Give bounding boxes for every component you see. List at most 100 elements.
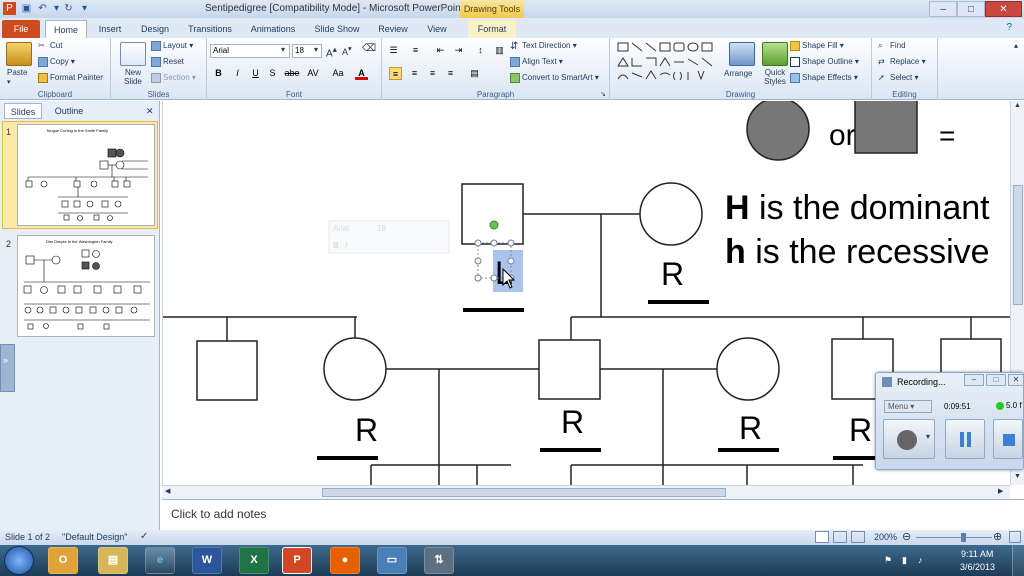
- tab-review[interactable]: Review: [372, 20, 414, 38]
- record-dropdown-icon[interactable]: ▾: [926, 432, 930, 441]
- recording-widget[interactable]: Recording... – □ ✕ Menu ▾ 0:09:51 5.0 f …: [875, 372, 1024, 470]
- tray-flag-icon[interactable]: ⚑: [884, 555, 892, 566]
- horizontal-scroll-thumb[interactable]: [322, 488, 726, 497]
- tab-animations[interactable]: Animations: [245, 20, 301, 38]
- grandmother-symbol[interactable]: [639, 182, 703, 246]
- close-button[interactable]: ✕: [985, 1, 1022, 17]
- rotation-handle[interactable]: [489, 220, 499, 230]
- genotype-blank[interactable]: [718, 448, 779, 452]
- word-taskbar-icon[interactable]: W: [192, 547, 222, 574]
- show-desktop-button[interactable]: [1012, 545, 1024, 576]
- vertical-scroll-thumb[interactable]: [1013, 185, 1023, 305]
- character-spacing-button[interactable]: AV: [304, 67, 322, 80]
- section-button[interactable]: Section ▾: [151, 73, 196, 83]
- slide-sorter-icon[interactable]: [833, 531, 847, 543]
- tray-network-icon[interactable]: ▮: [902, 555, 907, 566]
- align-right-icon[interactable]: ≡: [426, 67, 439, 80]
- shape-outline-button[interactable]: Shape Outline ▾: [790, 57, 859, 67]
- shape-effects-button[interactable]: Shape Effects ▾: [790, 73, 858, 83]
- normal-view-icon[interactable]: [815, 531, 829, 543]
- resize-handle[interactable]: [507, 239, 515, 247]
- recorder-maximize-button[interactable]: □: [986, 374, 1006, 386]
- powerpoint-app-icon[interactable]: P: [3, 2, 16, 15]
- reading-view-icon[interactable]: [851, 531, 865, 543]
- male-symbol[interactable]: [196, 340, 258, 401]
- genotype-blank[interactable]: [463, 308, 524, 312]
- notes-placeholder[interactable]: Click to add notes: [171, 507, 266, 521]
- align-text-button[interactable]: Align Text ▾: [510, 57, 563, 67]
- mini-toolbar-size[interactable]: 18: [377, 224, 386, 233]
- align-left-icon[interactable]: ≡: [389, 67, 402, 80]
- record-button[interactable]: ▾: [883, 419, 935, 459]
- strikethrough-button[interactable]: abe: [283, 67, 301, 80]
- font-color-button[interactable]: A: [355, 67, 368, 80]
- paragraph-dialog-launcher-icon[interactable]: ↘: [600, 90, 606, 98]
- fit-to-window-icon[interactable]: [1009, 531, 1021, 543]
- convert-smartart-button[interactable]: Convert to SmartArt ▾: [510, 73, 599, 83]
- grandfather-symbol[interactable]: [461, 183, 524, 245]
- pane-expand-grip[interactable]: »: [0, 344, 15, 392]
- italic-button[interactable]: I: [231, 67, 244, 80]
- line-spacing-icon[interactable]: ↕: [474, 44, 487, 57]
- internet-explorer-taskbar-icon[interactable]: e: [145, 547, 175, 574]
- minimize-ribbon-icon[interactable]: ▴: [1014, 41, 1018, 50]
- zoom-out-icon[interactable]: ⊖: [902, 530, 911, 543]
- zoom-level[interactable]: 200%: [874, 532, 897, 542]
- bold-button[interactable]: B: [212, 67, 225, 80]
- font-name-dropdown-icon[interactable]: ▾: [281, 45, 285, 54]
- recorder-close-button[interactable]: ✕: [1008, 374, 1024, 386]
- shapes-gallery[interactable]: [616, 41, 722, 83]
- clock-date[interactable]: 3/6/2013: [960, 562, 995, 572]
- genotype-blank[interactable]: [648, 300, 709, 304]
- female-symbol[interactable]: [716, 337, 780, 401]
- increase-indent-icon[interactable]: ⇥: [452, 44, 465, 57]
- font-size-dropdown-icon[interactable]: ▾: [314, 45, 318, 54]
- new-slide-button[interactable]: New Slide: [120, 68, 146, 86]
- reset-button[interactable]: Reset: [151, 57, 184, 67]
- distributed-icon[interactable]: ▤: [468, 67, 481, 80]
- tab-format[interactable]: Format: [468, 20, 516, 38]
- scroll-down-icon[interactable]: ▼: [1014, 473, 1021, 480]
- underline-button[interactable]: U: [249, 67, 262, 80]
- grow-font-icon[interactable]: A▴: [326, 44, 337, 59]
- text-shadow-button[interactable]: S: [266, 67, 279, 80]
- mini-toolbar[interactable]: Arial 18 B I: [328, 220, 450, 254]
- female-symbol[interactable]: [323, 337, 387, 401]
- recorder-menu-button[interactable]: Menu ▾: [884, 400, 932, 413]
- replace-button[interactable]: ⇄ Replace ▾: [878, 57, 926, 67]
- scroll-left-icon[interactable]: ◀: [165, 487, 170, 495]
- tab-outline[interactable]: Outline: [48, 103, 90, 119]
- excel-taskbar-icon[interactable]: X: [239, 547, 269, 574]
- male-symbol[interactable]: [538, 339, 601, 400]
- tab-transitions[interactable]: Transitions: [182, 20, 238, 38]
- tab-design[interactable]: Design: [134, 20, 176, 38]
- columns-icon[interactable]: ▥: [493, 44, 506, 57]
- tab-slides[interactable]: Slides: [4, 103, 42, 119]
- format-painter-button[interactable]: Format Painter: [38, 73, 103, 83]
- resize-handle[interactable]: [474, 274, 482, 282]
- resize-handle[interactable]: [474, 257, 482, 265]
- recorder-minimize-button[interactable]: –: [964, 374, 984, 386]
- start-button[interactable]: [4, 546, 34, 575]
- resize-handle[interactable]: [490, 239, 498, 247]
- resize-handle[interactable]: [490, 274, 498, 282]
- shrink-font-icon[interactable]: A▾: [342, 44, 352, 57]
- mini-toolbar-bold[interactable]: B: [333, 241, 339, 250]
- zoom-slider-thumb[interactable]: [961, 533, 966, 542]
- numbering-icon[interactable]: ≡: [409, 44, 422, 57]
- redo-icon[interactable]: ↻: [62, 2, 75, 15]
- copy-button[interactable]: Copy ▾: [38, 57, 75, 67]
- genotype-blank[interactable]: [540, 448, 601, 452]
- remote-desktop-taskbar-icon[interactable]: ▭: [377, 547, 407, 574]
- arrange-button[interactable]: Arrange: [724, 69, 752, 78]
- customize-qat-icon[interactable]: ▾: [78, 2, 91, 15]
- zoom-slider[interactable]: [916, 537, 992, 538]
- stop-button[interactable]: [993, 419, 1023, 459]
- layout-button[interactable]: Layout ▾: [151, 41, 193, 51]
- horizontal-scrollbar[interactable]: ◀ ▶: [162, 485, 1010, 499]
- arrange-icon[interactable]: [729, 42, 755, 66]
- justify-icon[interactable]: ≡: [444, 67, 457, 80]
- change-case-button[interactable]: Aa: [329, 67, 347, 80]
- save-icon[interactable]: ▣: [20, 2, 33, 15]
- mini-toolbar-font[interactable]: Arial: [333, 224, 349, 233]
